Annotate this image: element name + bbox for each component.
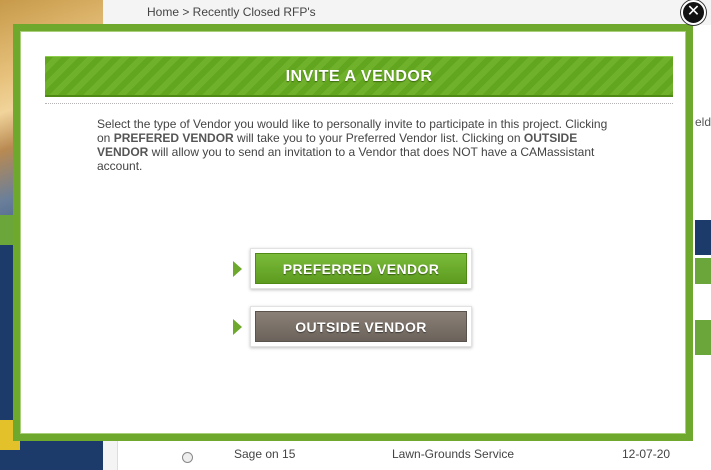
- description-bold-preferred: PREFERED VENDOR: [113, 131, 234, 145]
- modal-title: INVITE A VENDOR: [285, 68, 433, 85]
- invite-vendor-modal: INVITE A VENDOR Select the type of Vendo…: [13, 24, 693, 441]
- green-arrow-icon: [233, 319, 242, 335]
- breadcrumb[interactable]: Home > Recently Closed RFP's: [147, 5, 316, 19]
- outside-vendor-button[interactable]: OUTSIDE VENDOR: [250, 306, 472, 347]
- description-text-3: will allow you to send an invitation to …: [97, 145, 595, 173]
- modal-description: Select the type of Vendor you would like…: [97, 117, 617, 173]
- right-dark-tab: [695, 220, 711, 255]
- row-service: Lawn-Grounds Service: [392, 447, 515, 461]
- row-name: Sage on 15: [234, 447, 296, 461]
- row-date: 12-07-20: [622, 447, 671, 461]
- right-green-tab-2: [695, 320, 711, 355]
- row-radio[interactable]: [182, 452, 193, 463]
- close-icon[interactable]: ✕: [681, 0, 706, 25]
- modal-title-bar: INVITE A VENDOR: [45, 56, 673, 97]
- green-arrow-icon: [233, 261, 242, 277]
- preferred-vendor-button[interactable]: PREFERRED VENDOR: [250, 248, 472, 289]
- preferred-vendor-label: PREFERRED VENDOR: [255, 253, 467, 284]
- field-label-partial: eld: [695, 115, 711, 129]
- right-green-tab: [695, 258, 711, 284]
- outside-vendor-label: OUTSIDE VENDOR: [255, 311, 467, 342]
- description-text-2: will take you to your Preferred Vendor l…: [233, 131, 524, 145]
- title-divider: [45, 103, 673, 104]
